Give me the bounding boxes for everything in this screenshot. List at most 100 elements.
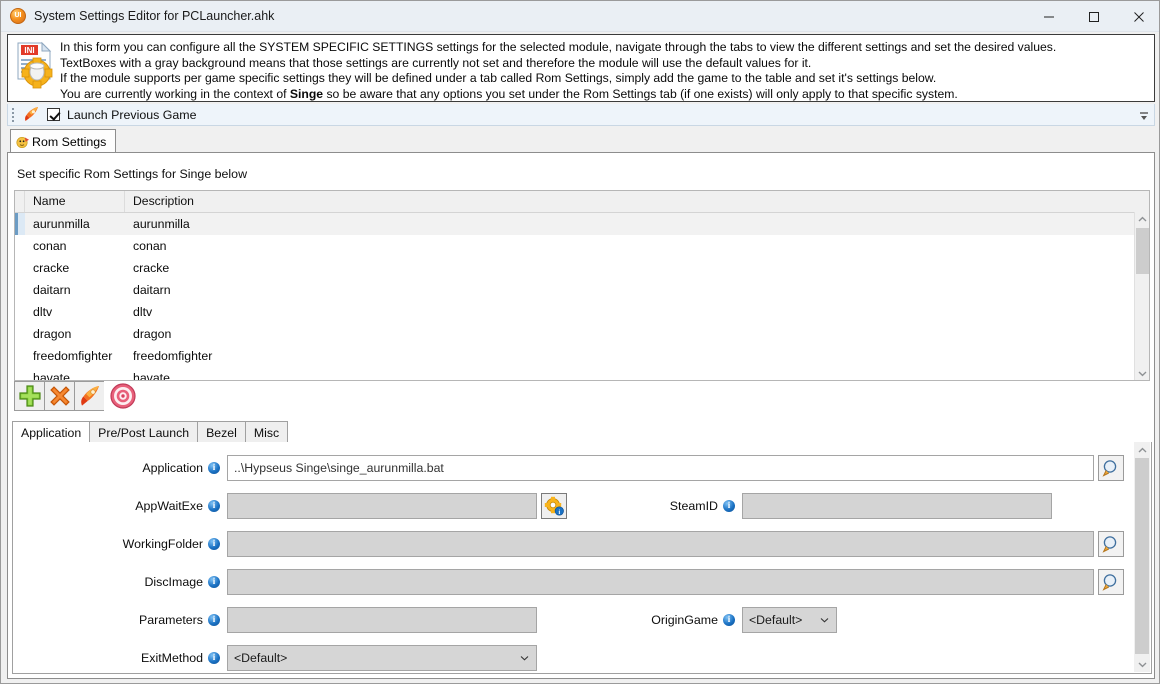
toolbar-grip-handle[interactable] bbox=[12, 107, 16, 122]
tab-application[interactable]: Application bbox=[12, 421, 91, 443]
info-line-4-b: so be aware that any options you set und… bbox=[323, 86, 958, 101]
tab-misc-label: Misc bbox=[253, 425, 280, 440]
origingame-select[interactable]: <Default> bbox=[742, 607, 837, 633]
form-scroll-up-icon[interactable] bbox=[1134, 442, 1150, 458]
field-application: Application ..\Hypseus Singe\singe_aurun… bbox=[13, 455, 1124, 481]
exitmethod-value: <Default> bbox=[234, 651, 288, 665]
info-icon[interactable] bbox=[723, 613, 735, 626]
tab-rom-settings[interactable]: Rom Settings bbox=[10, 129, 117, 153]
bullseye-target-icon bbox=[110, 383, 136, 409]
context-system-name: Singe bbox=[289, 86, 324, 101]
rom-settings-icon bbox=[16, 135, 30, 149]
target-button[interactable] bbox=[108, 381, 138, 411]
cell-description: conan bbox=[133, 239, 167, 253]
launch-rom-button[interactable] bbox=[74, 381, 104, 411]
field-exitmethod-label: ExitMethod bbox=[141, 651, 203, 665]
app-icon bbox=[10, 8, 26, 24]
table-row[interactable]: dltv dltv bbox=[15, 301, 1149, 323]
workingfolder-browse-button[interactable] bbox=[1098, 531, 1124, 557]
application-input[interactable]: ..\Hypseus Singe\singe_aurunmilla.bat bbox=[227, 455, 1094, 481]
application-browse-button[interactable] bbox=[1098, 455, 1124, 481]
rom-table: Name Description aurunmilla aurunmilla c… bbox=[14, 190, 1150, 381]
table-scrollbar[interactable] bbox=[1134, 212, 1149, 380]
field-discimage-label: DiscImage bbox=[144, 575, 203, 589]
field-parameters-label: Parameters bbox=[138, 613, 203, 627]
tab-application-label: Application bbox=[21, 425, 82, 440]
cell-description: havate bbox=[133, 371, 170, 381]
info-icon[interactable] bbox=[208, 461, 220, 474]
launch-previous-game-label: Launch Previous Game bbox=[67, 107, 197, 122]
launch-previous-game-checkbox[interactable] bbox=[47, 108, 60, 121]
table-scroll-down-icon[interactable] bbox=[1135, 366, 1149, 380]
table-row[interactable]: cracke cracke bbox=[15, 257, 1149, 279]
table-scroll-thumb[interactable] bbox=[1136, 228, 1149, 274]
delete-rom-button[interactable] bbox=[44, 381, 74, 411]
table-row[interactable]: havate havate bbox=[15, 367, 1149, 381]
table-row[interactable]: dragon dragon bbox=[15, 323, 1149, 345]
table-row[interactable]: daitarn daitarn bbox=[15, 279, 1149, 301]
info-icon[interactable] bbox=[208, 537, 220, 550]
form-scroll-thumb[interactable] bbox=[1135, 458, 1149, 654]
window-controls bbox=[1026, 1, 1159, 32]
cell-name: conan bbox=[33, 239, 67, 253]
form-scroll-down-icon[interactable] bbox=[1134, 656, 1150, 672]
field-steamid-label: SteamID bbox=[669, 499, 718, 513]
table-row[interactable]: aurunmilla aurunmilla bbox=[15, 213, 1149, 235]
table-row[interactable]: freedomfighter freedomfighter bbox=[15, 345, 1149, 367]
row-selection-marker bbox=[15, 235, 25, 257]
discimage-browse-button[interactable] bbox=[1098, 569, 1124, 595]
cell-description: daitarn bbox=[133, 283, 171, 297]
cell-name: havate bbox=[33, 371, 70, 381]
appwaitexe-gear-button[interactable]: i bbox=[541, 493, 567, 519]
tab-pre-post-launch[interactable]: Pre/Post Launch bbox=[89, 421, 199, 443]
minimize-button[interactable] bbox=[1026, 1, 1071, 32]
table-header-name[interactable]: Name bbox=[25, 191, 125, 212]
discimage-input[interactable] bbox=[227, 569, 1094, 595]
maximize-button[interactable] bbox=[1071, 1, 1116, 32]
info-icon[interactable] bbox=[723, 499, 735, 512]
field-parameters: Parameters bbox=[13, 607, 537, 633]
tab-pre-post-launch-label: Pre/Post Launch bbox=[98, 425, 190, 440]
close-button[interactable] bbox=[1116, 1, 1159, 32]
cell-description: dltv bbox=[133, 305, 153, 319]
panel-caption: Set specific Rom Settings for Singe belo… bbox=[17, 167, 248, 181]
title-bar: System Settings Editor for PCLauncher.ah… bbox=[1, 1, 1159, 32]
info-icon[interactable] bbox=[208, 575, 220, 588]
add-rom-button[interactable] bbox=[14, 381, 44, 411]
tab-bezel[interactable]: Bezel bbox=[197, 421, 246, 443]
info-line-2: TextBoxes with a gray background means t… bbox=[60, 55, 812, 70]
cell-name: dltv bbox=[33, 305, 53, 319]
ini-gear-icon: INI bbox=[12, 39, 56, 95]
orange-x-icon bbox=[49, 386, 70, 406]
magnifier-icon bbox=[1101, 459, 1116, 477]
table-header-gutter bbox=[15, 191, 25, 212]
appwaitexe-input[interactable] bbox=[227, 493, 537, 519]
info-line-1: In this form you can configure all the S… bbox=[60, 40, 1057, 54]
table-header-description[interactable]: Description bbox=[125, 191, 1125, 212]
application-settings-form: Application ..\Hypseus Singe\singe_aurun… bbox=[12, 442, 1152, 674]
field-workingfolder-label: WorkingFolder bbox=[122, 537, 203, 551]
row-selection-marker bbox=[15, 367, 25, 380]
rom-settings-tab-strip: Rom Settings bbox=[7, 129, 1155, 153]
field-workingfolder: WorkingFolder bbox=[13, 531, 1124, 557]
info-icon[interactable] bbox=[208, 613, 220, 626]
tab-misc[interactable]: Misc bbox=[244, 421, 289, 443]
info-icon[interactable] bbox=[208, 651, 220, 664]
exitmethod-select[interactable]: <Default> bbox=[227, 645, 537, 671]
workingfolder-input[interactable] bbox=[227, 531, 1094, 557]
info-icon[interactable] bbox=[208, 499, 220, 512]
table-scroll-up-icon[interactable] bbox=[1135, 212, 1149, 227]
steamid-input[interactable] bbox=[742, 493, 1052, 519]
cell-description: aurunmilla bbox=[133, 217, 190, 231]
row-selection-marker bbox=[15, 345, 25, 367]
field-appwaitexe-label: AppWaitExe bbox=[135, 499, 203, 513]
green-plus-icon bbox=[18, 385, 41, 407]
table-header-row: Name Description bbox=[15, 191, 1149, 213]
table-row[interactable]: conan conan bbox=[15, 235, 1149, 257]
field-steamid: SteamID bbox=[618, 493, 1052, 519]
cell-name: cracke bbox=[33, 261, 70, 275]
parameters-input[interactable] bbox=[227, 607, 537, 633]
toolbar-overflow-icon[interactable] bbox=[1139, 110, 1149, 120]
form-scrollbar[interactable] bbox=[1134, 442, 1150, 672]
field-application-label: Application bbox=[142, 461, 203, 475]
